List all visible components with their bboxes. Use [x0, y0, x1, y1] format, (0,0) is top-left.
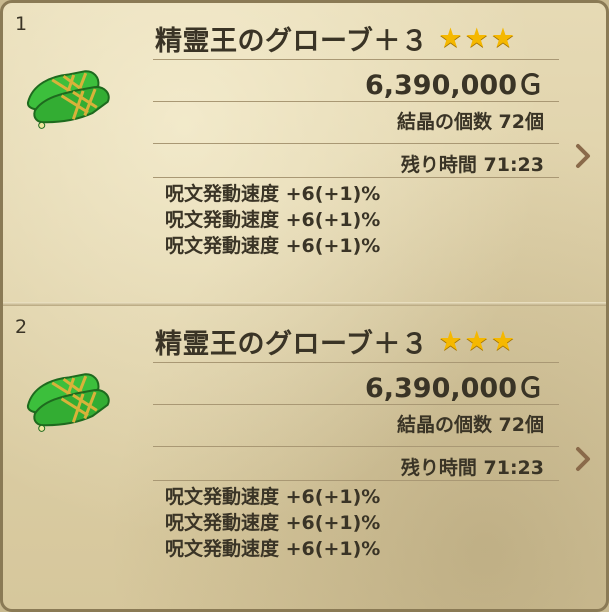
star-icon: ★: [438, 22, 463, 54]
item-title-row: 精霊王のグローブ＋３ ★ ★ ★: [155, 324, 555, 360]
star-icon: ★: [438, 325, 463, 357]
item-price: 6,390,000Ｇ: [364, 70, 544, 101]
chevron-right-icon[interactable]: [574, 143, 592, 169]
star-icon: ★: [464, 22, 489, 54]
stat-line: 呪文発動速度 +6(+1)%: [165, 209, 381, 231]
divider-line: [153, 101, 559, 102]
star-icon: ★: [490, 325, 516, 357]
divider-line: [153, 177, 559, 178]
stat-line: 呪文発動速度 +6(+1)%: [165, 486, 381, 508]
crystal-count: 結晶の個数 72個: [396, 111, 544, 133]
star-icon: ★: [464, 325, 489, 357]
glove-item-icon: [26, 373, 110, 432]
item-name: 精霊王のグローブ＋３: [155, 25, 429, 57]
auction-list-panel: 1 精霊王のグローブ＋３ ★ ★ ★ 6,390,000Ｇ 結晶の個数 72個 …: [0, 0, 609, 612]
chevron-right-icon[interactable]: [574, 446, 592, 472]
glove-item-icon: [26, 70, 110, 129]
item-title-row: 精霊王のグローブ＋３ ★ ★ ★: [155, 21, 555, 57]
divider-line: [153, 59, 559, 60]
item-price: 6,390,000Ｇ: [364, 373, 544, 404]
rarity-stars: ★ ★ ★: [438, 25, 515, 52]
time-remaining: 残り時間 71:23: [400, 154, 544, 176]
stat-line: 呪文発動速度 +6(+1)%: [165, 512, 381, 534]
divider-line: [153, 404, 559, 405]
list-item[interactable]: 2 精霊王のグローブ＋３ ★ ★ ★ 6,390,000Ｇ 結晶の個数 72個 …: [3, 306, 606, 606]
divider-line: [153, 143, 559, 144]
divider-line: [153, 480, 559, 481]
divider-line: [153, 446, 559, 447]
star-icon: ★: [490, 22, 516, 54]
stat-line: 呪文発動速度 +6(+1)%: [165, 183, 381, 205]
item-stats: 呪文発動速度 +6(+1)% 呪文発動速度 +6(+1)% 呪文発動速度 +6(…: [165, 181, 380, 259]
time-remaining: 残り時間 71:23: [400, 457, 544, 479]
list-item[interactable]: 1 精霊王のグローブ＋３ ★ ★ ★ 6,390,000Ｇ 結晶の個数 72個 …: [3, 3, 606, 303]
rarity-stars: ★ ★ ★: [438, 328, 515, 355]
stat-line: 呪文発動速度 +6(+1)%: [165, 235, 381, 257]
item-name: 精霊王のグローブ＋３: [155, 328, 429, 360]
listing-index: 2: [15, 316, 28, 338]
crystal-count: 結晶の個数 72個: [396, 414, 544, 436]
item-stats: 呪文発動速度 +6(+1)% 呪文発動速度 +6(+1)% 呪文発動速度 +6(…: [165, 484, 380, 562]
listing-index: 1: [15, 13, 28, 35]
divider-line: [153, 362, 559, 363]
stat-line: 呪文発動速度 +6(+1)%: [165, 538, 381, 560]
